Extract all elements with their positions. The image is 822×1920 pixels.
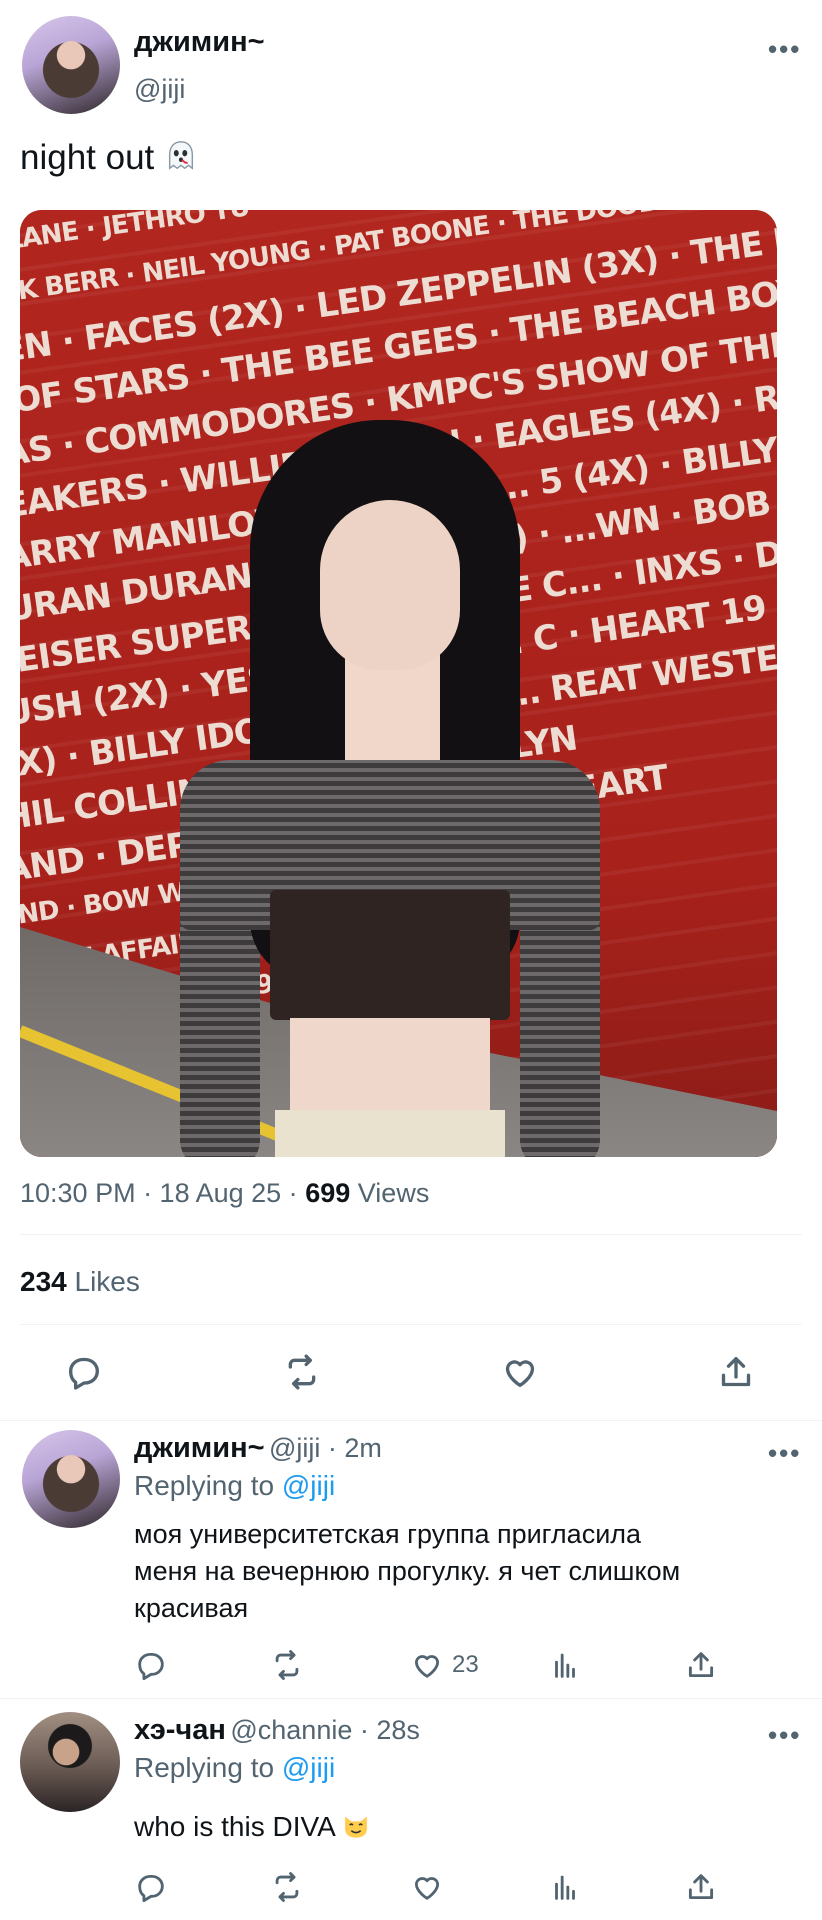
replying-to: Replying to @jiji xyxy=(134,1470,335,1502)
replying-to-prefix: Replying to xyxy=(134,1470,275,1501)
heart-icon xyxy=(414,1655,440,1678)
likes-label: Likes xyxy=(74,1266,140,1297)
reply-author-handle[interactable]: @channie · 28s xyxy=(230,1715,420,1745)
replying-to: Replying to @jiji xyxy=(134,1752,335,1784)
like-button[interactable] xyxy=(410,1870,444,1904)
reply-body-line: моя университетская группа пригласила xyxy=(134,1519,642,1549)
more-options-icon[interactable]: ••• xyxy=(768,1720,801,1751)
like-count: 23 xyxy=(452,1651,479,1678)
reply-body-line: красивая xyxy=(134,1593,249,1623)
replying-to-prefix: Replying to xyxy=(134,1752,275,1783)
retweet-button[interactable] xyxy=(282,1352,322,1392)
reply-button[interactable] xyxy=(134,1870,168,1904)
reply-body-line: меня на вечернюю прогулку. я чет слишком xyxy=(134,1556,681,1586)
reply-body-text: who is this DIVA xyxy=(134,1811,335,1842)
cat-emoji-icon xyxy=(345,1816,367,1838)
likes-stat[interactable]: 234 Likes xyxy=(20,1266,140,1298)
retweet-button[interactable] xyxy=(270,1648,304,1682)
reply-author-name[interactable]: джимин~ xyxy=(134,1432,265,1464)
reply-header: хэ-чан @channie · 28s xyxy=(134,1714,420,1747)
heart-icon xyxy=(505,1360,535,1387)
retweet-button[interactable] xyxy=(270,1870,304,1904)
more-options-icon[interactable]: ••• xyxy=(768,1438,801,1469)
tweet-text: night out xyxy=(20,138,198,178)
share-button[interactable] xyxy=(716,1352,756,1392)
reply-avatar[interactable] xyxy=(20,1712,120,1812)
reply-button[interactable] xyxy=(134,1648,168,1682)
tweet-timestamp[interactable]: 10:30 PM · 18 Aug 25 · xyxy=(20,1178,298,1208)
replying-to-handle[interactable]: @jiji xyxy=(282,1752,335,1783)
retweet-icon xyxy=(288,1354,316,1390)
replying-to-handle[interactable]: @jiji xyxy=(282,1470,335,1501)
reply-icon xyxy=(138,1652,164,1681)
reply-body: моя университетская группа пригласила ме… xyxy=(134,1516,794,1627)
ghost-emoji-icon xyxy=(168,141,194,170)
tweet-photo[interactable]: IPLANE · JETHRO TU · UCK BERR · NEIL YOU… xyxy=(20,210,777,1157)
views-icon xyxy=(555,1653,575,1678)
reply-author-name[interactable]: хэ-чан xyxy=(134,1714,226,1746)
share-icon xyxy=(688,1874,714,1900)
heart-icon xyxy=(414,1877,440,1900)
reply-author-handle[interactable]: @jiji · 2m xyxy=(269,1433,382,1463)
tweet-text-content: night out xyxy=(20,138,155,177)
author-handle[interactable]: @jiji xyxy=(134,74,185,105)
more-options-icon[interactable]: ••• xyxy=(768,34,801,65)
views-button[interactable] xyxy=(548,1870,582,1904)
retweet-icon xyxy=(275,1872,299,1902)
share-icon xyxy=(721,1357,751,1387)
reply-icon xyxy=(69,1357,100,1390)
views-icon xyxy=(555,1875,575,1900)
divider xyxy=(20,1234,802,1235)
like-button[interactable]: 23 xyxy=(410,1648,479,1682)
tweet-meta: 10:30 PM · 18 Aug 25 · 699 Views xyxy=(20,1178,429,1209)
views-label: Views xyxy=(357,1178,430,1208)
share-icon xyxy=(688,1652,714,1678)
reply-body: who is this DIVA xyxy=(134,1808,370,1845)
reply-icon xyxy=(138,1874,164,1903)
author-name[interactable]: джимин~ xyxy=(134,26,265,59)
divider xyxy=(0,1420,822,1421)
divider xyxy=(0,1698,822,1699)
retweet-icon xyxy=(275,1650,299,1680)
views-button[interactable] xyxy=(548,1648,582,1682)
author-avatar[interactable] xyxy=(22,16,120,114)
views-count: 699 xyxy=(305,1178,351,1208)
reply-avatar[interactable] xyxy=(22,1430,120,1528)
likes-count: 234 xyxy=(20,1266,67,1297)
reply-header: джимин~ @jiji · 2m xyxy=(134,1432,382,1465)
like-button[interactable] xyxy=(500,1352,540,1392)
divider xyxy=(20,1324,802,1325)
reply-button[interactable] xyxy=(64,1352,104,1392)
share-button[interactable] xyxy=(684,1648,718,1682)
photo-person xyxy=(180,420,600,1157)
share-button[interactable] xyxy=(684,1870,718,1904)
